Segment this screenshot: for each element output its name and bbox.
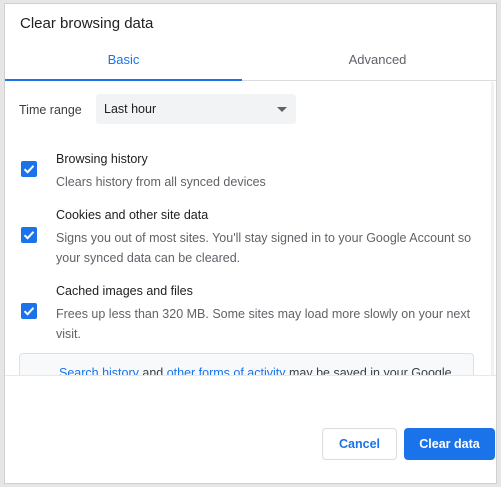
- scrollbar[interactable]: [491, 82, 494, 375]
- other-activity-link[interactable]: other forms of activity: [167, 366, 286, 375]
- option-title: Cached images and files: [56, 284, 193, 298]
- cancel-button[interactable]: Cancel: [322, 428, 397, 460]
- dialog-title: Clear browsing data: [20, 15, 154, 32]
- search-history-link[interactable]: Search history: [59, 366, 139, 375]
- option-title: Cookies and other site data: [56, 208, 209, 222]
- clear-browsing-data-dialog: Clear browsing data Basic Advanced Time …: [4, 3, 497, 484]
- checkmark-icon: [23, 231, 35, 240]
- options-scroll-area: Time range Last hour Browsing history Cl…: [5, 82, 496, 376]
- checkmark-icon: [23, 165, 35, 174]
- cookies-checkbox[interactable]: [21, 227, 37, 243]
- info-text-part: and: [138, 366, 167, 376]
- time-range-select[interactable]: Last hour: [96, 94, 296, 124]
- option-title: Browsing history: [56, 152, 148, 166]
- dropdown-arrow-icon: [277, 107, 287, 112]
- info-text: Search history and other forms of activi…: [59, 363, 469, 376]
- clear-data-button[interactable]: Clear data: [404, 428, 495, 460]
- tab-basic[interactable]: Basic: [5, 48, 242, 81]
- option-description: Clears history from all synced devices: [56, 175, 266, 189]
- time-range-label: Time range: [19, 103, 82, 117]
- google-account-info-box: G Search history and other forms of acti…: [19, 353, 474, 376]
- tab-advanced[interactable]: Advanced: [259, 48, 496, 80]
- option-description: Signs you out of most sites. You'll stay…: [56, 231, 472, 265]
- option-description: Frees up less than 320 MB. Some sites ma…: [56, 307, 471, 341]
- browsing-history-checkbox[interactable]: [21, 161, 37, 177]
- cached-images-checkbox[interactable]: [21, 303, 37, 319]
- google-g-icon: G: [30, 372, 46, 375]
- time-range-value: Last hour: [104, 102, 157, 116]
- checkmark-icon: [23, 307, 35, 316]
- tab-bar: Basic Advanced: [5, 48, 496, 81]
